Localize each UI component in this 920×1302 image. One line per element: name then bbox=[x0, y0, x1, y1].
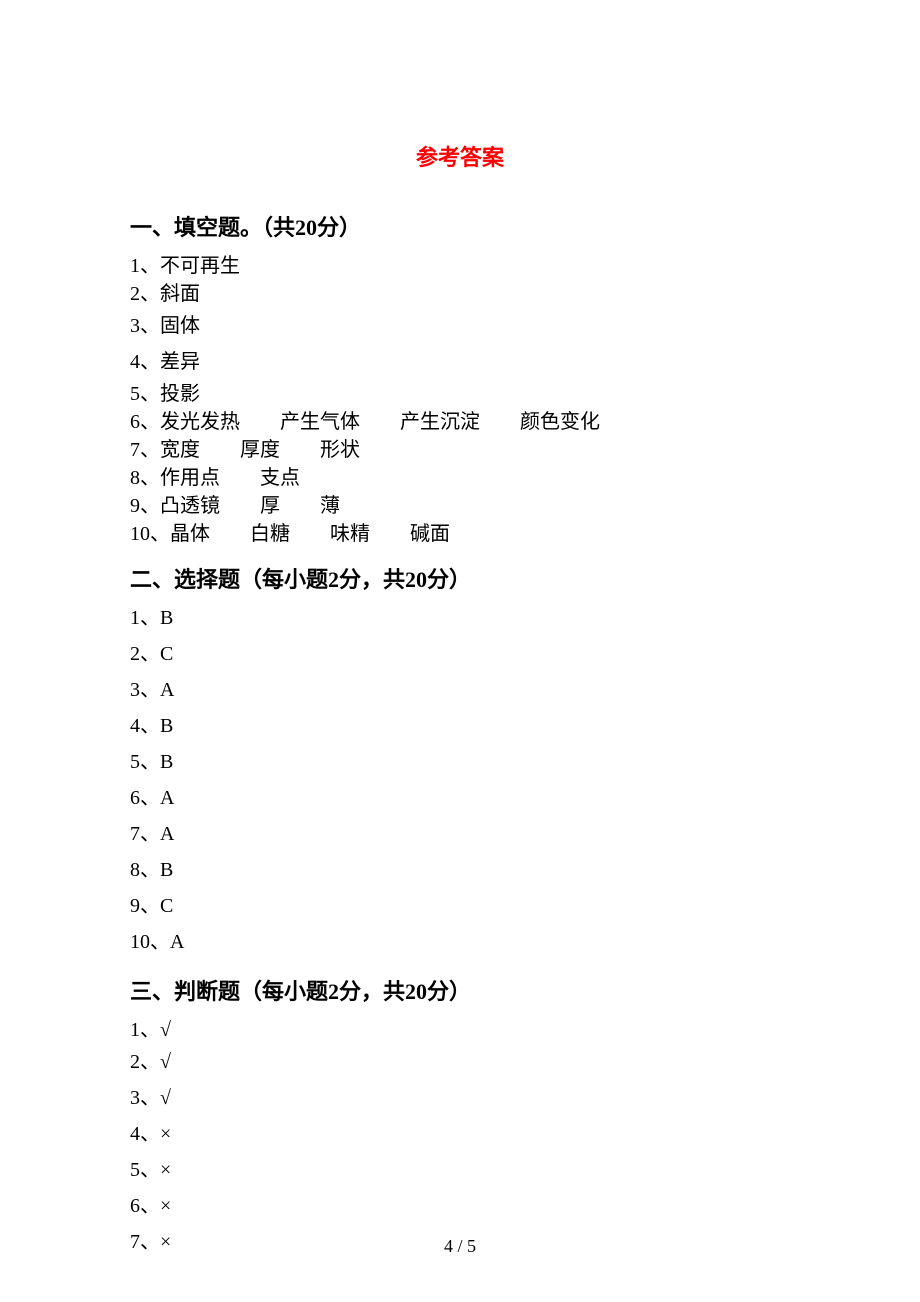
s1-answer-2: 2、斜面 bbox=[130, 280, 790, 308]
s3-answer-1: 1、√ bbox=[130, 1016, 790, 1044]
s3-answer-6: 6、× bbox=[130, 1192, 790, 1220]
document-page: 参考答案 一、填空题。（共20分） 1、不可再生 2、斜面 3、固体 4、差异 … bbox=[0, 0, 920, 1302]
page-number: 4 / 5 bbox=[0, 1236, 920, 1257]
document-title: 参考答案 bbox=[130, 140, 790, 172]
s2-answer-8: 8、B bbox=[130, 856, 790, 884]
s1-answer-1: 1、不可再生 bbox=[130, 252, 790, 280]
section-1-heading: 一、填空题。（共20分） bbox=[130, 210, 790, 242]
s1-answer-3: 3、固体 bbox=[130, 312, 790, 340]
s1-answer-9: 9、凸透镜 厚 薄 bbox=[130, 492, 790, 520]
s2-answer-3: 3、A bbox=[130, 676, 790, 704]
section-2-heading: 二、选择题（每小题2分，共20分） bbox=[130, 562, 790, 594]
s1-answer-10: 10、晶体 白糖 味精 碱面 bbox=[130, 520, 790, 548]
s2-answer-9: 9、C bbox=[130, 892, 790, 920]
s2-answer-1: 1、B bbox=[130, 604, 790, 632]
s2-answer-2: 2、C bbox=[130, 640, 790, 668]
s3-answer-5: 5、× bbox=[130, 1156, 790, 1184]
s1-answer-5: 5、投影 bbox=[130, 380, 790, 408]
s1-answer-4: 4、差异 bbox=[130, 348, 790, 376]
s1-answer-6: 6、发光发热 产生气体 产生沉淀 颜色变化 bbox=[130, 408, 790, 436]
s2-answer-7: 7、A bbox=[130, 820, 790, 848]
s1-answer-8: 8、作用点 支点 bbox=[130, 464, 790, 492]
s2-answer-5: 5、B bbox=[130, 748, 790, 776]
s2-answer-6: 6、A bbox=[130, 784, 790, 812]
s2-answer-10: 10、A bbox=[130, 928, 790, 956]
s2-answer-4: 4、B bbox=[130, 712, 790, 740]
section-3-heading: 三、判断题（每小题2分，共20分） bbox=[130, 974, 790, 1006]
s3-answer-4: 4、× bbox=[130, 1120, 790, 1148]
s3-answer-3: 3、√ bbox=[130, 1084, 790, 1112]
s1-answer-7: 7、宽度 厚度 形状 bbox=[130, 436, 790, 464]
s3-answer-2: 2、√ bbox=[130, 1048, 790, 1076]
